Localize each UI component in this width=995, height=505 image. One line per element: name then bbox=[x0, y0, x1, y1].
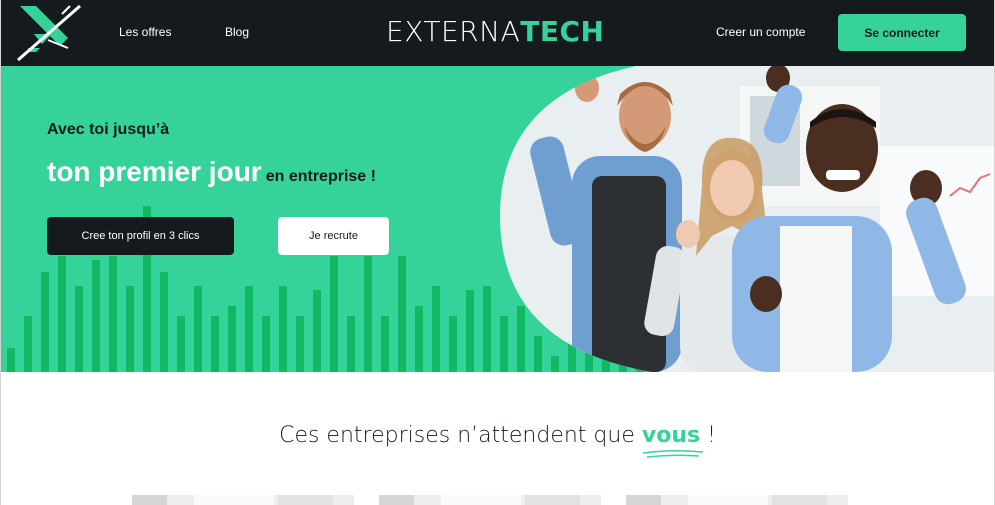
highlight-scribble-icon bbox=[642, 449, 704, 458]
equalizer-bar bbox=[466, 290, 474, 372]
sign-in-button[interactable]: Se connecter bbox=[838, 14, 966, 51]
hero-kicker: Avec toi jusqu’à bbox=[47, 121, 170, 138]
recruit-button[interactable]: Je recrute bbox=[278, 217, 389, 255]
equalizer-bar bbox=[228, 306, 236, 372]
companies-heading-end: ! bbox=[707, 423, 716, 448]
equalizer-bar bbox=[483, 286, 491, 372]
brand-prefix: EXTERNA bbox=[386, 15, 521, 48]
equalizer-bar bbox=[313, 290, 321, 372]
hero-section: Avec toi jusqu’à ton premier jour en entr… bbox=[1, 66, 994, 372]
brand-suffix: TECH bbox=[520, 15, 605, 48]
nav-link-blog[interactable]: Blog bbox=[225, 25, 249, 39]
equalizer-bar bbox=[41, 272, 49, 372]
company-card-image bbox=[132, 495, 167, 505]
company-card[interactable] bbox=[132, 495, 354, 505]
equalizer-bar bbox=[398, 256, 406, 372]
company-card-image bbox=[278, 495, 333, 505]
equalizer-bar bbox=[75, 286, 83, 372]
equalizer-bar bbox=[160, 272, 168, 372]
company-card-image bbox=[626, 495, 661, 505]
company-card-image bbox=[379, 495, 414, 505]
company-card-image bbox=[441, 495, 521, 505]
x-logo-icon[interactable] bbox=[14, 4, 82, 62]
equalizer-bar bbox=[296, 316, 304, 372]
top-navigation-bar: Les offres Blog EXTERNATECH Creer un com… bbox=[1, 0, 994, 66]
equalizer-bar bbox=[262, 316, 270, 372]
equalizer-bar bbox=[58, 256, 66, 372]
company-card[interactable] bbox=[379, 495, 601, 505]
equalizer-bar bbox=[381, 316, 389, 372]
team-celebrating-photo bbox=[500, 66, 994, 372]
company-card-image bbox=[194, 495, 274, 505]
equalizer-bar bbox=[211, 316, 219, 372]
equalizer-bar bbox=[126, 286, 134, 372]
company-card-image bbox=[525, 495, 580, 505]
equalizer-bar bbox=[415, 306, 423, 372]
create-profile-button[interactable]: Cree ton profil en 3 clics bbox=[47, 217, 234, 255]
hero-title-suffix: en entreprise ! bbox=[265, 168, 376, 185]
hero-title-main: ton premier jour bbox=[47, 156, 262, 187]
equalizer-bar bbox=[245, 286, 253, 372]
hero-title: ton premier jour en entreprise ! bbox=[47, 156, 376, 188]
companies-heading: Ces entreprises n’attendent que vous ! bbox=[1, 423, 994, 448]
page: Les offres Blog EXTERNATECH Creer un com… bbox=[0, 0, 995, 505]
companies-heading-text: Ces entreprises n’attendent que bbox=[279, 423, 635, 448]
create-account-link[interactable]: Creer un compte bbox=[716, 25, 805, 39]
company-card[interactable] bbox=[626, 495, 848, 505]
equalizer-bar bbox=[449, 316, 457, 372]
equalizer-bar bbox=[432, 286, 440, 372]
equalizer-bar bbox=[92, 260, 100, 372]
nav-link-offres[interactable]: Les offres bbox=[119, 25, 171, 39]
company-card-image bbox=[772, 495, 827, 505]
company-card-image bbox=[688, 495, 768, 505]
equalizer-bar bbox=[7, 348, 15, 372]
equalizer-bar bbox=[109, 256, 117, 372]
companies-heading-highlight: vous bbox=[641, 423, 701, 448]
equalizer-bar bbox=[330, 256, 338, 372]
equalizer-bar bbox=[194, 286, 202, 372]
equalizer-bar bbox=[347, 316, 355, 372]
equalizer-bar bbox=[24, 316, 32, 372]
equalizer-bar bbox=[279, 286, 287, 372]
equalizer-bar bbox=[364, 256, 372, 372]
brand-wordmark[interactable]: EXTERNATECH bbox=[386, 15, 604, 48]
equalizer-bar bbox=[177, 316, 185, 372]
